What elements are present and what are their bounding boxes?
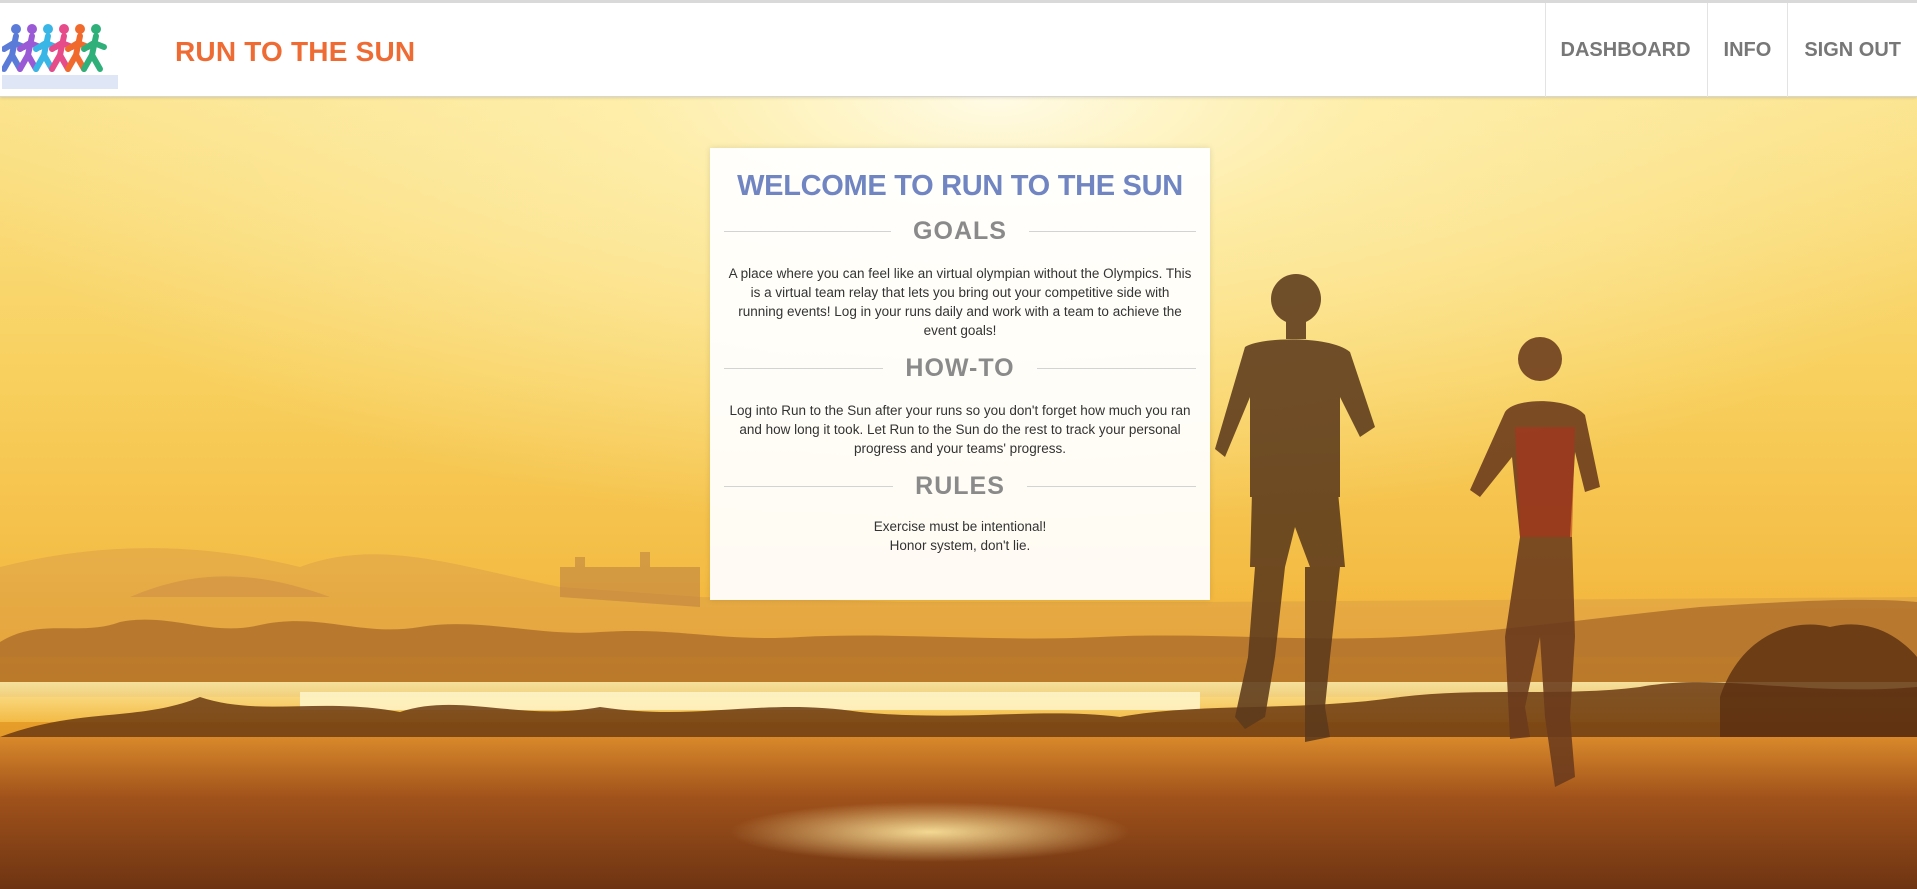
- howto-heading-label: HOW-TO: [905, 354, 1015, 382]
- rule-item: Honor system, don't lie.: [889, 538, 1031, 553]
- divider: [1026, 486, 1197, 487]
- brand-title[interactable]: RUN TO THE SUN: [175, 36, 415, 68]
- nav-info-link[interactable]: INFO: [1706, 3, 1788, 97]
- welcome-title: WELCOME TO RUN TO THE SUN: [737, 170, 1183, 202]
- divider: [1036, 368, 1196, 369]
- top-navbar: RUN TO THE SUN DASHBOARD INFO SIGN OUT: [0, 0, 1917, 97]
- main-nav: DASHBOARD INFO SIGN OUT: [1544, 3, 1917, 97]
- divider: [724, 486, 894, 487]
- divider: [724, 368, 884, 369]
- goals-heading-label: GOALS: [913, 217, 1007, 245]
- rules-heading-label: RULES: [915, 472, 1005, 500]
- goals-heading: GOALS: [724, 217, 1196, 246]
- runners-logo-icon[interactable]: [1, 19, 118, 91]
- rules-heading: RULES: [724, 472, 1197, 501]
- goals-text: A place where you can feel like an virtu…: [728, 266, 1192, 338]
- nav-dashboard-link[interactable]: DASHBOARD: [1544, 3, 1707, 97]
- divider: [724, 231, 892, 232]
- howto-text: Log into Run to the Sun after your runs …: [729, 403, 1191, 456]
- nav-sign-out-link[interactable]: SIGN OUT: [1787, 3, 1917, 97]
- welcome-card: WELCOME TO RUN TO THE SUN GOALS A place …: [710, 148, 1210, 600]
- rule-item: Exercise must be intentional!: [873, 519, 1047, 534]
- rules-list: Exercise must be intentional! Honor syst…: [724, 517, 1196, 555]
- divider: [1028, 231, 1196, 232]
- howto-heading: HOW-TO: [724, 354, 1196, 383]
